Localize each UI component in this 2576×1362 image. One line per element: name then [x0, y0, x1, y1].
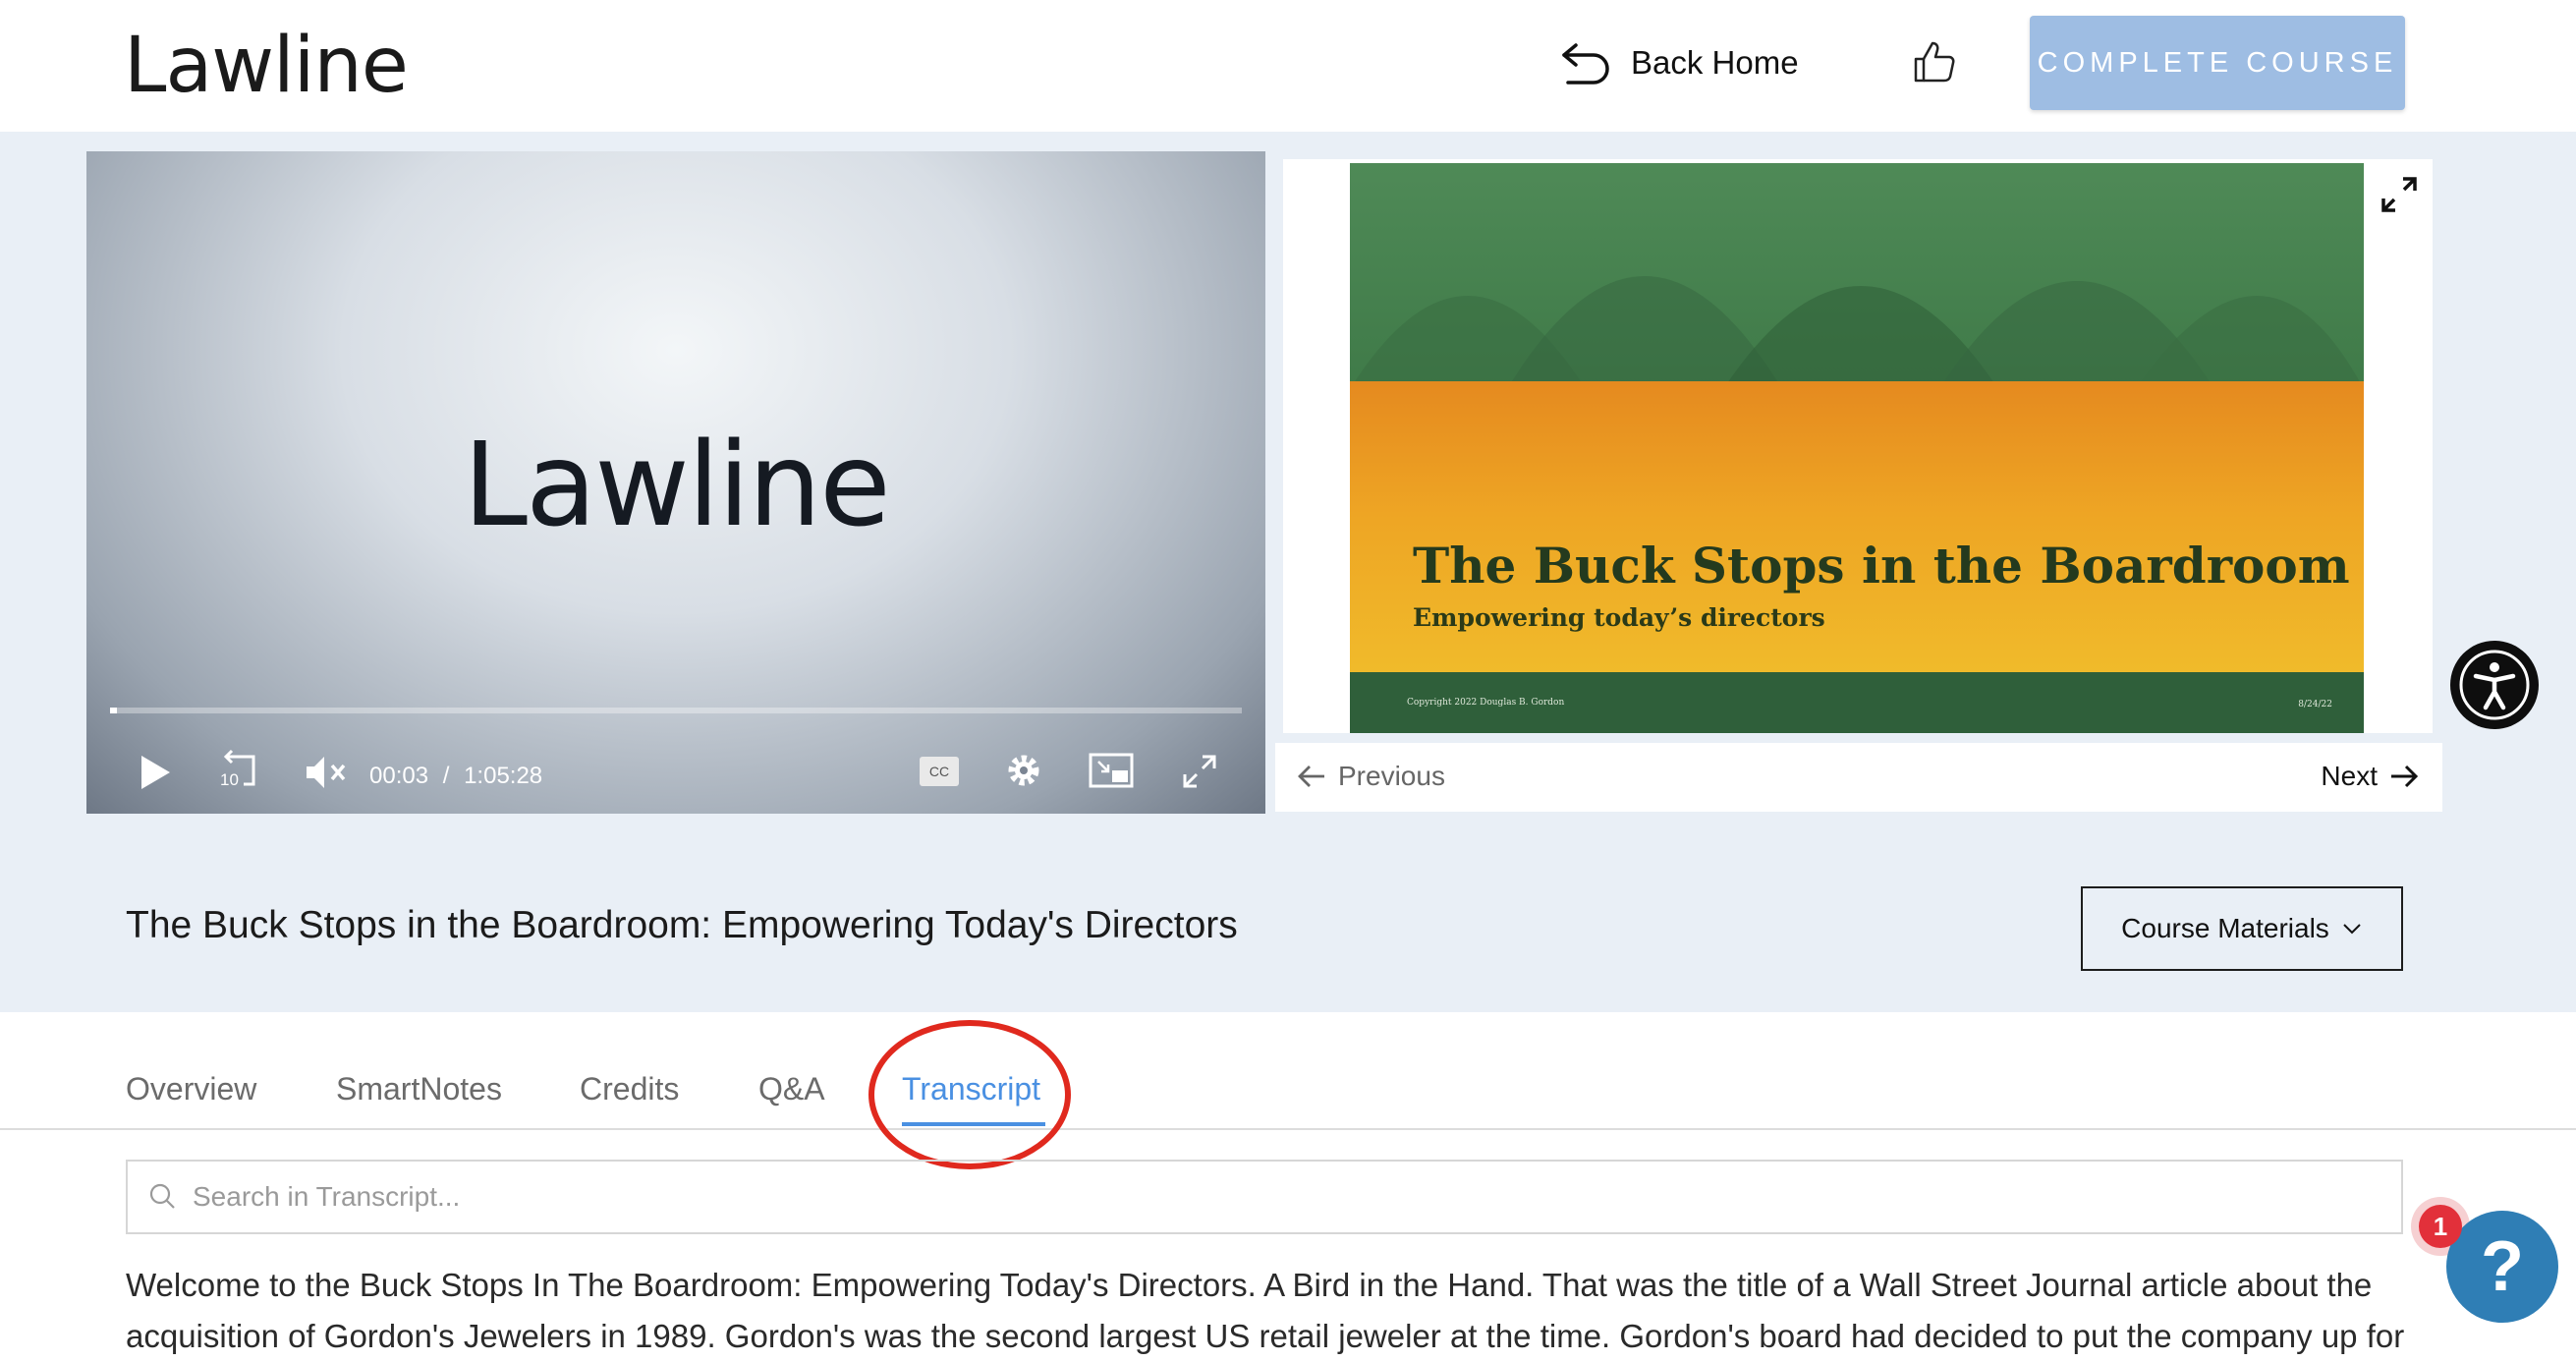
thumbs-up-icon[interactable] — [1912, 39, 1957, 85]
slide-title: The Buck Stops in the Boardroom — [1413, 537, 2350, 595]
video-lawline-logo: Lawline — [463, 417, 891, 552]
next-slide-button[interactable]: Next — [2321, 761, 2419, 792]
slide-leaf-pattern — [1350, 276, 2364, 389]
slide-panel: The Buck Stops in the Boardroom Empoweri… — [1283, 159, 2433, 733]
slide-copyright: Copyright 2022 Douglas B. Gordon — [1407, 698, 1565, 708]
rewind-10-button[interactable]: 10 — [218, 749, 261, 792]
duration: 1:05:28 — [464, 763, 543, 789]
video-progress-bar[interactable] — [110, 708, 1242, 713]
current-time: 00:03 — [369, 763, 429, 789]
previous-label: Previous — [1338, 761, 1445, 791]
course-title: The Buck Stops in the Boardroom: Empower… — [126, 904, 1238, 946]
tab-qa[interactable]: Q&A — [758, 1071, 825, 1107]
accessibility-button[interactable] — [2450, 641, 2539, 729]
mute-icon[interactable] — [305, 753, 348, 792]
help-chat-button[interactable]: ? — [2446, 1211, 2558, 1323]
transcript-line: Welcome to the Buck Stops In The Boardro… — [126, 1267, 2373, 1303]
slide-green-header — [1350, 163, 2364, 389]
course-tabs: Overview SmartNotes Credits Q&A Transcri… — [0, 1012, 2576, 1130]
accessibility-person-icon — [2459, 650, 2530, 720]
transcript-search-box[interactable] — [126, 1160, 2403, 1234]
video-progress-fill — [110, 708, 117, 713]
transcript-search-input[interactable] — [191, 1180, 2356, 1214]
slide-subtitle: Empowering today’s directors — [1413, 603, 1825, 632]
back-arrow-icon — [1562, 43, 1609, 85]
complete-course-button[interactable]: COMPLETE COURSE — [2030, 16, 2405, 110]
course-materials-dropdown[interactable]: Course Materials — [2081, 886, 2403, 971]
video-player[interactable]: Lawline 10 00:03 / 1:05:28 CC — [86, 151, 1265, 814]
search-icon — [149, 1183, 175, 1209]
closed-captions-button[interactable]: CC — [920, 757, 959, 786]
back-home-label: Back Home — [1631, 44, 1799, 81]
previous-slide-button[interactable]: Previous — [1297, 761, 1445, 792]
slide-date: 8/24/22 — [2298, 700, 2332, 709]
presentation-slide: The Buck Stops in the Boardroom Empoweri… — [1350, 163, 2364, 733]
play-icon[interactable] — [138, 753, 173, 792]
picture-in-picture-icon[interactable] — [1089, 753, 1134, 790]
expand-slide-icon[interactable] — [2378, 173, 2421, 216]
tab-credits[interactable]: Credits — [580, 1071, 679, 1107]
slide-orange-band — [1350, 381, 2364, 676]
back-home-link[interactable]: Back Home — [1558, 33, 1799, 92]
next-label: Next — [2321, 761, 2378, 791]
transcript-highlight-circle — [868, 1020, 1071, 1169]
lawline-logo[interactable]: Lawline — [124, 22, 409, 110]
fullscreen-icon[interactable] — [1181, 753, 1218, 790]
question-mark-icon: ? — [2481, 1227, 2524, 1306]
tab-smartnotes[interactable]: SmartNotes — [336, 1071, 502, 1107]
course-materials-label: Course Materials — [2121, 913, 2329, 943]
rewind-10-label: 10 — [220, 770, 239, 789]
top-header: Lawline Back Home COMPLETE COURSE — [0, 0, 2576, 132]
notification-badge: 1 — [2419, 1205, 2462, 1248]
tab-overview[interactable]: Overview — [126, 1071, 256, 1107]
transcript-line: acquisition of Gordon's Jewelers in 1989… — [126, 1318, 2405, 1354]
arrow-left-icon — [1298, 766, 1324, 787]
time-separator: / — [442, 763, 450, 789]
video-time-display: 00:03 / 1:05:28 — [369, 763, 542, 790]
settings-gear-icon[interactable] — [1004, 751, 1043, 790]
slide-navigation: Previous Next — [1275, 743, 2442, 812]
arrow-right-icon — [2391, 765, 2419, 788]
video-controls: 10 00:03 / 1:05:28 CC — [86, 731, 1265, 814]
chevron-down-icon — [2343, 924, 2361, 935]
transcript-text: Welcome to the Buck Stops In The Boardro… — [126, 1260, 2415, 1362]
